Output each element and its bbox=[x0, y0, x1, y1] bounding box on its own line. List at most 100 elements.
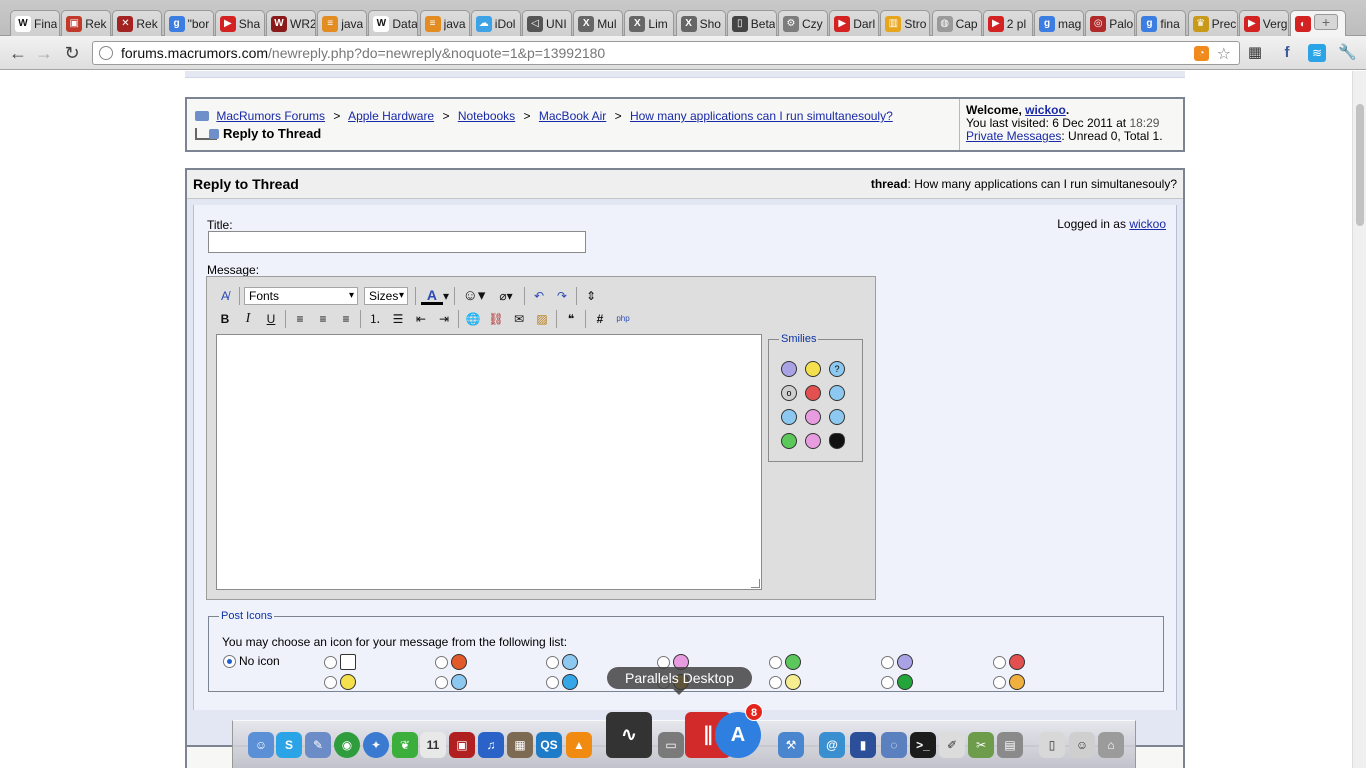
browser-tab[interactable]: ▶ Darl bbox=[829, 10, 880, 36]
post-icon-option[interactable] bbox=[881, 654, 913, 670]
browser-tab[interactable]: ▶ Sha bbox=[214, 10, 265, 36]
browser-tab[interactable]: ◎ Palo bbox=[1085, 10, 1136, 36]
remove-link-icon[interactable]: ⛓ bbox=[486, 309, 506, 329]
browser-tab[interactable]: W Data bbox=[368, 10, 419, 36]
browser-tab[interactable]: ▯ Beta bbox=[726, 10, 777, 36]
private-messages-link[interactable]: Private Messages bbox=[966, 129, 1061, 143]
iphoto-icon[interactable]: ▦ bbox=[507, 732, 533, 758]
post-icon-option[interactable] bbox=[769, 674, 801, 690]
smilie-button[interactable] bbox=[805, 409, 829, 433]
new-tab-button[interactable]: + bbox=[1314, 14, 1338, 30]
font-select[interactable]: Fonts bbox=[244, 287, 358, 305]
photos-icon[interactable]: ▤ bbox=[997, 732, 1023, 758]
browser-tab[interactable]: ▶ Verg bbox=[1238, 10, 1289, 36]
utility-icon[interactable]: ✂ bbox=[968, 732, 994, 758]
outdent-icon[interactable]: ⇤ bbox=[411, 309, 431, 329]
xcode-icon[interactable]: ⚒ bbox=[778, 732, 804, 758]
align-left-icon[interactable]: ≡ bbox=[290, 309, 310, 329]
spiral-icon[interactable]: @ bbox=[819, 732, 845, 758]
itunes-icon[interactable]: ♫ bbox=[478, 732, 504, 758]
radio-button[interactable] bbox=[324, 655, 337, 669]
remove-format-icon[interactable]: A̸ bbox=[215, 286, 235, 306]
post-icon-option[interactable] bbox=[435, 654, 467, 670]
browser-tab[interactable]: ▣ Rek bbox=[61, 10, 112, 36]
radio-button[interactable] bbox=[993, 675, 1006, 689]
welcome-username-link[interactable]: wickoo bbox=[1025, 103, 1066, 117]
activity-monitor-icon[interactable]: ∿ bbox=[606, 712, 652, 758]
breadcrumb-link-macbook-air[interactable]: MacBook Air bbox=[539, 109, 606, 123]
extension-icon[interactable]: ≋ bbox=[1308, 44, 1326, 62]
post-icon-option[interactable] bbox=[324, 654, 356, 670]
browser-tab[interactable]: X Lim bbox=[624, 10, 675, 36]
browser-tab[interactable]: ▶ 2 pl bbox=[982, 10, 1033, 36]
radio-button[interactable] bbox=[435, 655, 448, 669]
browser-tab[interactable]: X Mul bbox=[573, 10, 624, 36]
smilie-button[interactable] bbox=[781, 433, 805, 457]
browser-tab[interactable]: ≡ java bbox=[419, 10, 470, 36]
logged-in-user-link[interactable]: wickoo bbox=[1129, 217, 1166, 231]
breadcrumb-link-thread[interactable]: How many applications can I run simultan… bbox=[630, 109, 893, 123]
finder-icon[interactable]: ☺ bbox=[248, 732, 274, 758]
smilie-button[interactable] bbox=[829, 385, 853, 409]
insert-email-icon[interactable]: ✉ bbox=[509, 309, 529, 329]
radio-button[interactable] bbox=[546, 655, 559, 669]
address-bar[interactable]: forums.macrumors.com/newreply.php?do=new… bbox=[92, 41, 1240, 65]
insert-image-icon[interactable]: ▨ bbox=[532, 309, 552, 329]
smilie-button[interactable]: ? bbox=[829, 361, 853, 385]
resize-editor-icon[interactable]: ⇕ bbox=[581, 286, 601, 306]
page-scrollbar[interactable] bbox=[1352, 71, 1366, 768]
radio-button[interactable] bbox=[546, 675, 559, 689]
breadcrumb-link-notebooks[interactable]: Notebooks bbox=[458, 109, 515, 123]
breadcrumb-link-apple-hardware[interactable]: Apple Hardware bbox=[348, 109, 434, 123]
skype-icon[interactable]: S bbox=[276, 732, 302, 758]
align-center-icon[interactable]: ≡ bbox=[313, 309, 333, 329]
size-select[interactable]: Sizes bbox=[364, 287, 408, 305]
smilie-button[interactable] bbox=[829, 433, 853, 457]
scrollbar-thumb[interactable] bbox=[1356, 104, 1364, 226]
post-icon-option[interactable] bbox=[993, 654, 1025, 670]
downloads-stack-icon[interactable]: ☺ bbox=[1069, 732, 1095, 758]
network-icon[interactable]: ◌ bbox=[881, 732, 907, 758]
smilie-button[interactable] bbox=[829, 409, 853, 433]
php-code-icon[interactable]: php bbox=[613, 309, 633, 329]
browser-tab[interactable]: ✕ Rek bbox=[112, 10, 163, 36]
quote-icon[interactable]: ❝ bbox=[561, 309, 581, 329]
radio-button[interactable] bbox=[881, 675, 894, 689]
radio-button[interactable] bbox=[769, 675, 782, 689]
browser-tab[interactable]: g mag bbox=[1034, 10, 1084, 36]
indent-icon[interactable]: ⇥ bbox=[434, 309, 454, 329]
post-icon-option[interactable] bbox=[993, 674, 1025, 690]
browser-tab[interactable]: ▥ Stro bbox=[880, 10, 931, 36]
browser-tab[interactable]: W WR2 bbox=[266, 10, 316, 36]
rss-icon[interactable]: ◔ bbox=[1194, 46, 1209, 61]
radio-button[interactable] bbox=[223, 654, 236, 668]
title-input[interactable] bbox=[208, 231, 586, 253]
smilie-menu-button[interactable]: ☺▾ bbox=[459, 286, 489, 306]
radio-button[interactable] bbox=[324, 675, 337, 689]
smilie-button[interactable] bbox=[805, 433, 829, 457]
wrench-menu-icon[interactable]: 🔧 bbox=[1338, 44, 1357, 62]
browser-tab[interactable]: W Fina bbox=[10, 10, 60, 36]
smilie-button[interactable] bbox=[781, 409, 805, 433]
preview-icon[interactable]: ✎ bbox=[305, 732, 331, 758]
font-color-button[interactable]: A ▾ bbox=[420, 286, 450, 306]
undo-icon[interactable]: ↶ bbox=[529, 286, 549, 306]
safari-icon[interactable]: ✦ bbox=[363, 732, 389, 758]
chrome-icon[interactable]: ◉ bbox=[334, 732, 360, 758]
align-right-icon[interactable]: ≡ bbox=[336, 309, 356, 329]
radio-button[interactable] bbox=[993, 655, 1006, 669]
browser-tab[interactable]: ☁ iDol bbox=[470, 10, 521, 36]
smilie-button[interactable]: o bbox=[781, 385, 805, 409]
smilie-button[interactable] bbox=[781, 361, 805, 385]
device-icon[interactable]: ▮ bbox=[850, 732, 876, 758]
photobooth-icon[interactable]: ▣ bbox=[449, 732, 475, 758]
ordered-list-icon[interactable]: ⒈ bbox=[365, 309, 385, 329]
post-icon-option[interactable] bbox=[546, 674, 578, 690]
page-info-icon[interactable] bbox=[99, 46, 113, 60]
trash-icon[interactable]: ⌂ bbox=[1098, 732, 1124, 758]
browser-tab[interactable]: ≡ java bbox=[317, 10, 368, 36]
terminal-icon[interactable]: >_ bbox=[910, 732, 936, 758]
radio-button[interactable] bbox=[881, 655, 894, 669]
browser-tab[interactable]: ♛ Prec bbox=[1187, 10, 1238, 36]
facebook-icon[interactable]: f bbox=[1278, 44, 1296, 62]
